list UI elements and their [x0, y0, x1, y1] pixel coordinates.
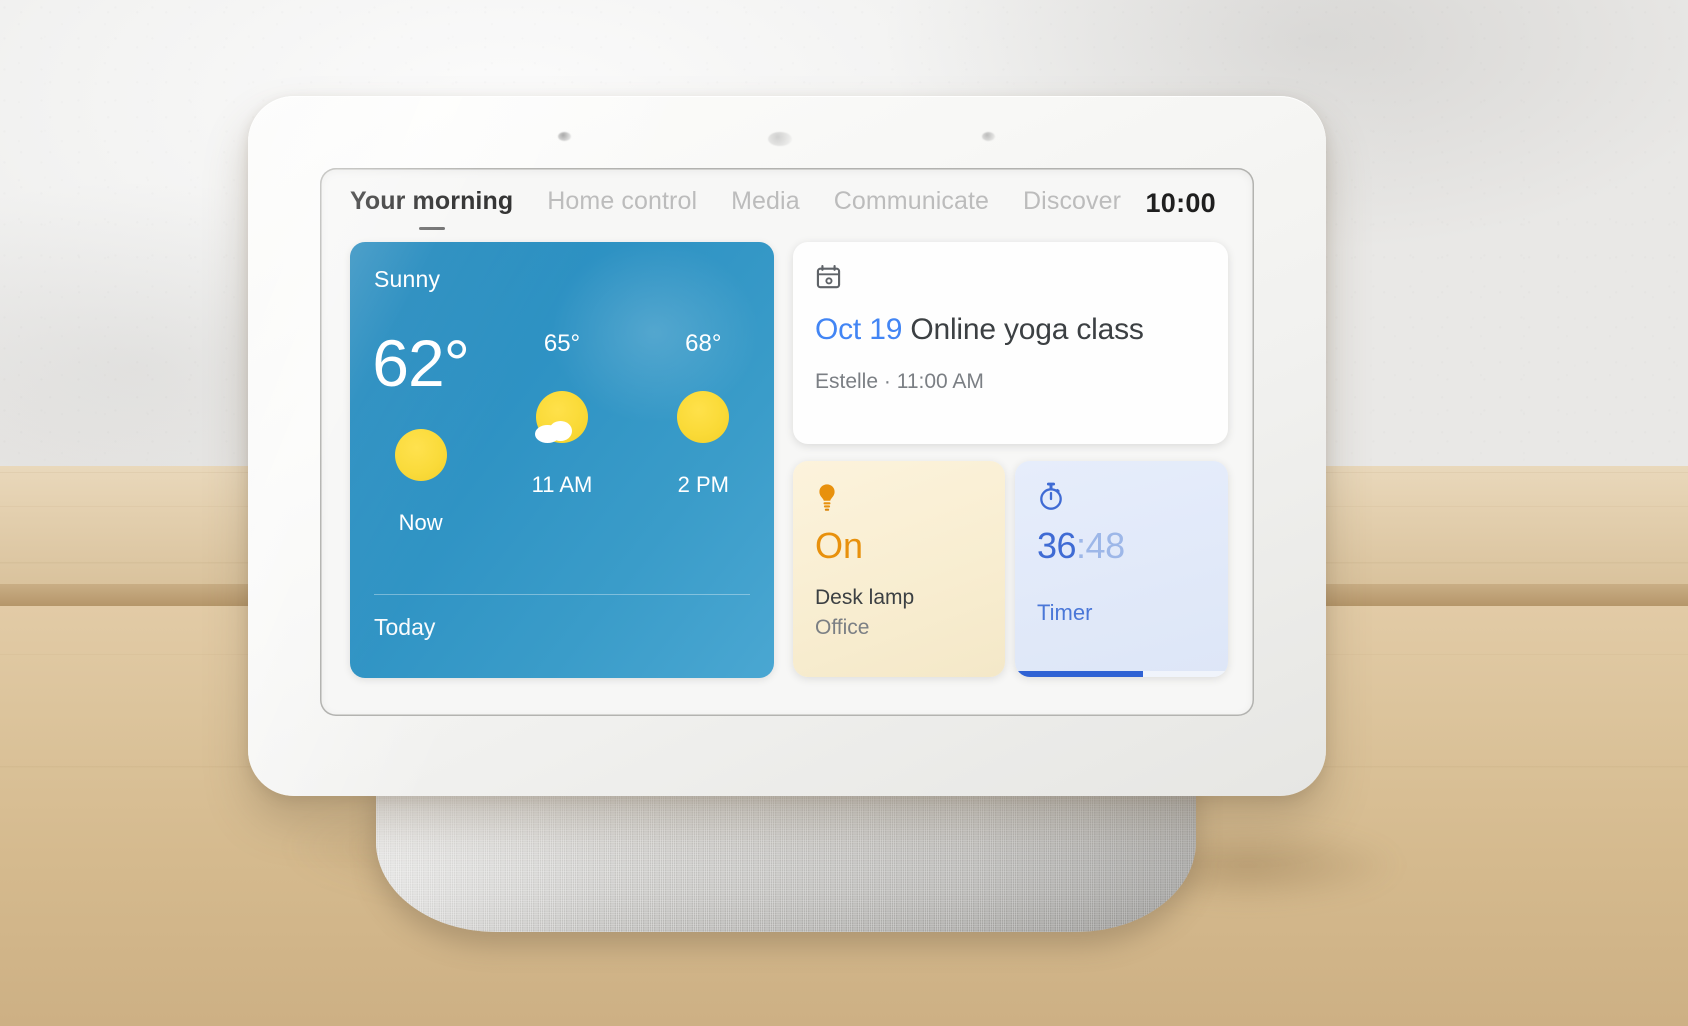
event-details: Estelle · 11:00 AM [815, 370, 984, 394]
event-date: Oct 19 [815, 313, 903, 346]
weather-forecast-row: 62° Now 65° 11 AM 68° 2 PM [350, 330, 774, 536]
tab-discover[interactable]: Discover [1023, 187, 1121, 220]
stopwatch-icon [1040, 482, 1062, 510]
tab-home-control[interactable]: Home control [547, 187, 697, 220]
timer-label: Timer [1037, 600, 1093, 625]
device-screen[interactable]: Your morning Home control Media Communic… [320, 168, 1254, 716]
forecast-temperature: 68° [685, 330, 722, 357]
small-cards-row: On Desk lamp Office 36:48 Timer [793, 461, 1228, 677]
timer-value: 36:48 [1037, 528, 1208, 564]
card-grid: Sunny 62° Now 65° 11 AM 68° 2 PM Today O… [350, 242, 1228, 686]
timer-minutes: 36 [1037, 525, 1077, 566]
lightbulb-icon [819, 484, 835, 511]
base-highlight [376, 772, 1196, 932]
device-body: Your morning Home control Media Communic… [248, 96, 1326, 796]
forecast-time: Now [398, 510, 443, 535]
device-fabric-base [376, 772, 1196, 932]
forecast-temperature: 62° [372, 326, 470, 400]
desk-lamp-card[interactable]: On Desk lamp Office [793, 461, 1005, 677]
weather-divider [374, 594, 750, 595]
sun-icon [674, 388, 732, 446]
sun-disc [394, 429, 447, 481]
tab-communicate[interactable]: Communicate [834, 187, 989, 220]
forecast-item-11am: 65° 11 AM [491, 330, 632, 536]
photo-scene: Your morning Home control Media Communic… [0, 0, 1688, 1026]
top-bezel [248, 96, 1326, 176]
calendar-event-card[interactable]: Oct 19 Online yoga class Estelle · 11:00… [793, 242, 1228, 444]
event-name: Online yoga class [902, 313, 1144, 346]
tab-media[interactable]: Media [731, 187, 800, 220]
weather-condition-label: Sunny [374, 266, 441, 292]
left-column: Sunny 62° Now 65° 11 AM 68° 2 PM Today [350, 242, 774, 686]
timer-seconds: :48 [1076, 525, 1125, 566]
forecast-time: 2 PM [677, 472, 729, 497]
lamp-name: Desk lamp [815, 586, 915, 609]
forecast-temperature: 65° [543, 330, 581, 357]
sun-cloud-icon [533, 388, 591, 446]
weather-today-label[interactable]: Today [374, 614, 435, 641]
weather-card[interactable]: Sunny 62° Now 65° 11 AM 68° 2 PM Today [350, 242, 774, 678]
microphone-dot-icon [982, 132, 995, 141]
right-column: Oct 19 Online yoga class Estelle · 11:00… [793, 242, 1228, 686]
event-title-line: Oct 19 Online yoga class [815, 313, 1206, 346]
lamp-state: On [815, 525, 864, 566]
forecast-item-2pm: 68° 2 PM [633, 330, 774, 536]
ambient-sensor-icon [768, 132, 792, 146]
tab-list: Your morning Home control Media Communic… [350, 187, 1145, 220]
sun-disc [677, 391, 730, 443]
sun-icon [392, 426, 450, 484]
forecast-time: 11 AM [531, 472, 593, 497]
status-clock: 10:00 [1145, 187, 1216, 218]
smart-display-device: Your morning Home control Media Communic… [248, 96, 1326, 932]
lamp-room: Office [815, 616, 870, 639]
timer-progress-fill [1015, 671, 1143, 677]
tab-your-morning[interactable]: Your morning [350, 187, 513, 220]
timer-progress-track[interactable] [1015, 671, 1228, 677]
forecast-item-now: 62° Now [350, 330, 491, 536]
microphone-dot-icon [558, 132, 571, 141]
cloud-shape [534, 421, 573, 443]
top-navigation-bar: Your morning Home control Media Communic… [320, 168, 1254, 238]
timer-card[interactable]: 36:48 Timer [1015, 461, 1228, 677]
calendar-icon [816, 264, 841, 289]
